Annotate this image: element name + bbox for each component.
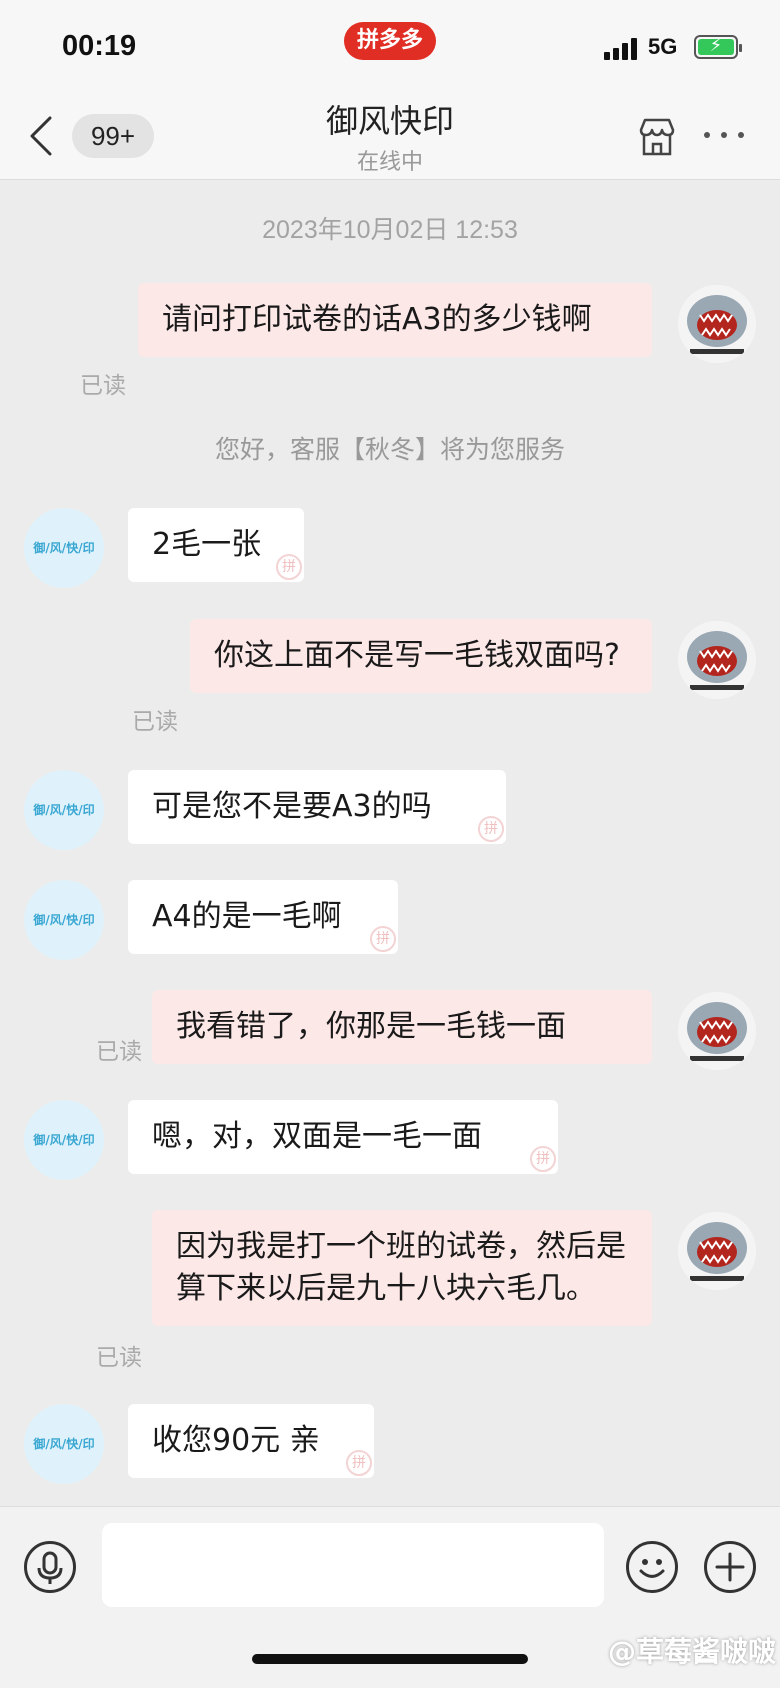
shark-avatar-icon bbox=[678, 1212, 756, 1290]
pdd-mark-icon: 拼 bbox=[478, 816, 504, 842]
system-message: 您好，客服【秋冬】将为您服务 bbox=[214, 435, 565, 464]
smiley-icon[interactable] bbox=[626, 1541, 678, 1593]
user-avatar[interactable] bbox=[678, 992, 756, 1070]
chat-header: 99+ 御风快印 在线中 bbox=[0, 92, 780, 180]
message-bubble-outgoing[interactable]: 我看错了，你那是一毛钱一面 bbox=[152, 990, 652, 1064]
watermark: @草莓酱啵啵 bbox=[607, 1635, 776, 1668]
message-bubble-outgoing[interactable]: 因为我是打一个班的试卷，然后是算下来以后是九十八块六毛几。 bbox=[152, 1210, 652, 1326]
pdd-mark-icon: 拼 bbox=[530, 1146, 556, 1172]
network-label: 5G bbox=[648, 34, 678, 59]
pdd-mark-icon: 拼 bbox=[346, 1450, 372, 1476]
read-label: 已读 bbox=[96, 1039, 142, 1065]
home-indicator[interactable] bbox=[252, 1654, 528, 1664]
app-badge: 拼多多 bbox=[344, 22, 436, 60]
message-bubble-incoming[interactable]: 2毛一张 拼 bbox=[128, 508, 304, 582]
chat-timestamp: 2023年10月02日 12:53 bbox=[262, 216, 518, 244]
read-label: 已读 bbox=[132, 709, 178, 735]
message-bubble-outgoing[interactable]: 你这上面不是写一毛钱双面吗? bbox=[190, 619, 652, 693]
message-text: 可是您不是要A3的吗 bbox=[152, 789, 432, 824]
shop-avatar[interactable]: 御/风/快/印 bbox=[24, 1100, 104, 1180]
message-bubble-incoming[interactable]: 收您90元 亲 拼 bbox=[128, 1404, 374, 1478]
shop-avatar[interactable]: 御/风/快/印 bbox=[24, 508, 104, 588]
read-label: 已读 bbox=[96, 1345, 142, 1371]
message-text: 2毛一张 bbox=[152, 527, 262, 562]
plus-icon[interactable] bbox=[704, 1541, 756, 1593]
signal-icon bbox=[604, 38, 640, 60]
shark-avatar-icon bbox=[678, 285, 756, 363]
shop-avatar[interactable]: 御/风/快/印 bbox=[24, 880, 104, 960]
read-label: 已读 bbox=[80, 373, 126, 399]
shark-avatar-icon bbox=[678, 992, 756, 1070]
user-avatar[interactable] bbox=[678, 285, 756, 363]
shop-avatar[interactable]: 御/风/快/印 bbox=[24, 1404, 104, 1484]
message-text: 嗯，对，双面是一毛一面 bbox=[152, 1119, 482, 1154]
more-icon[interactable] bbox=[704, 132, 746, 142]
message-bubble-incoming[interactable]: 可是您不是要A3的吗 拼 bbox=[128, 770, 506, 844]
message-text: 收您90元 亲 bbox=[152, 1423, 320, 1458]
store-icon[interactable] bbox=[636, 116, 678, 158]
pdd-mark-icon: 拼 bbox=[370, 926, 396, 952]
message-text: A4的是一毛啊 bbox=[152, 899, 342, 934]
microphone-icon[interactable] bbox=[24, 1541, 76, 1593]
shop-avatar[interactable]: 御/风/快/印 bbox=[24, 770, 104, 850]
user-avatar[interactable] bbox=[678, 621, 756, 699]
battery-icon: ⚡ bbox=[694, 35, 742, 59]
message-bubble-incoming[interactable]: A4的是一毛啊 拼 bbox=[128, 880, 398, 954]
shark-avatar-icon bbox=[678, 621, 756, 699]
message-bubble-outgoing[interactable]: 请问打印试卷的话A3的多少钱啊 bbox=[138, 283, 652, 357]
pdd-mark-icon: 拼 bbox=[276, 554, 302, 580]
status-time: 00:19 bbox=[62, 30, 137, 62]
status-bar: 00:19 拼多多 5G ⚡ bbox=[0, 0, 780, 92]
user-avatar[interactable] bbox=[678, 1212, 756, 1290]
message-input[interactable] bbox=[102, 1523, 604, 1607]
message-bubble-incoming[interactable]: 嗯，对，双面是一毛一面 拼 bbox=[128, 1100, 558, 1174]
